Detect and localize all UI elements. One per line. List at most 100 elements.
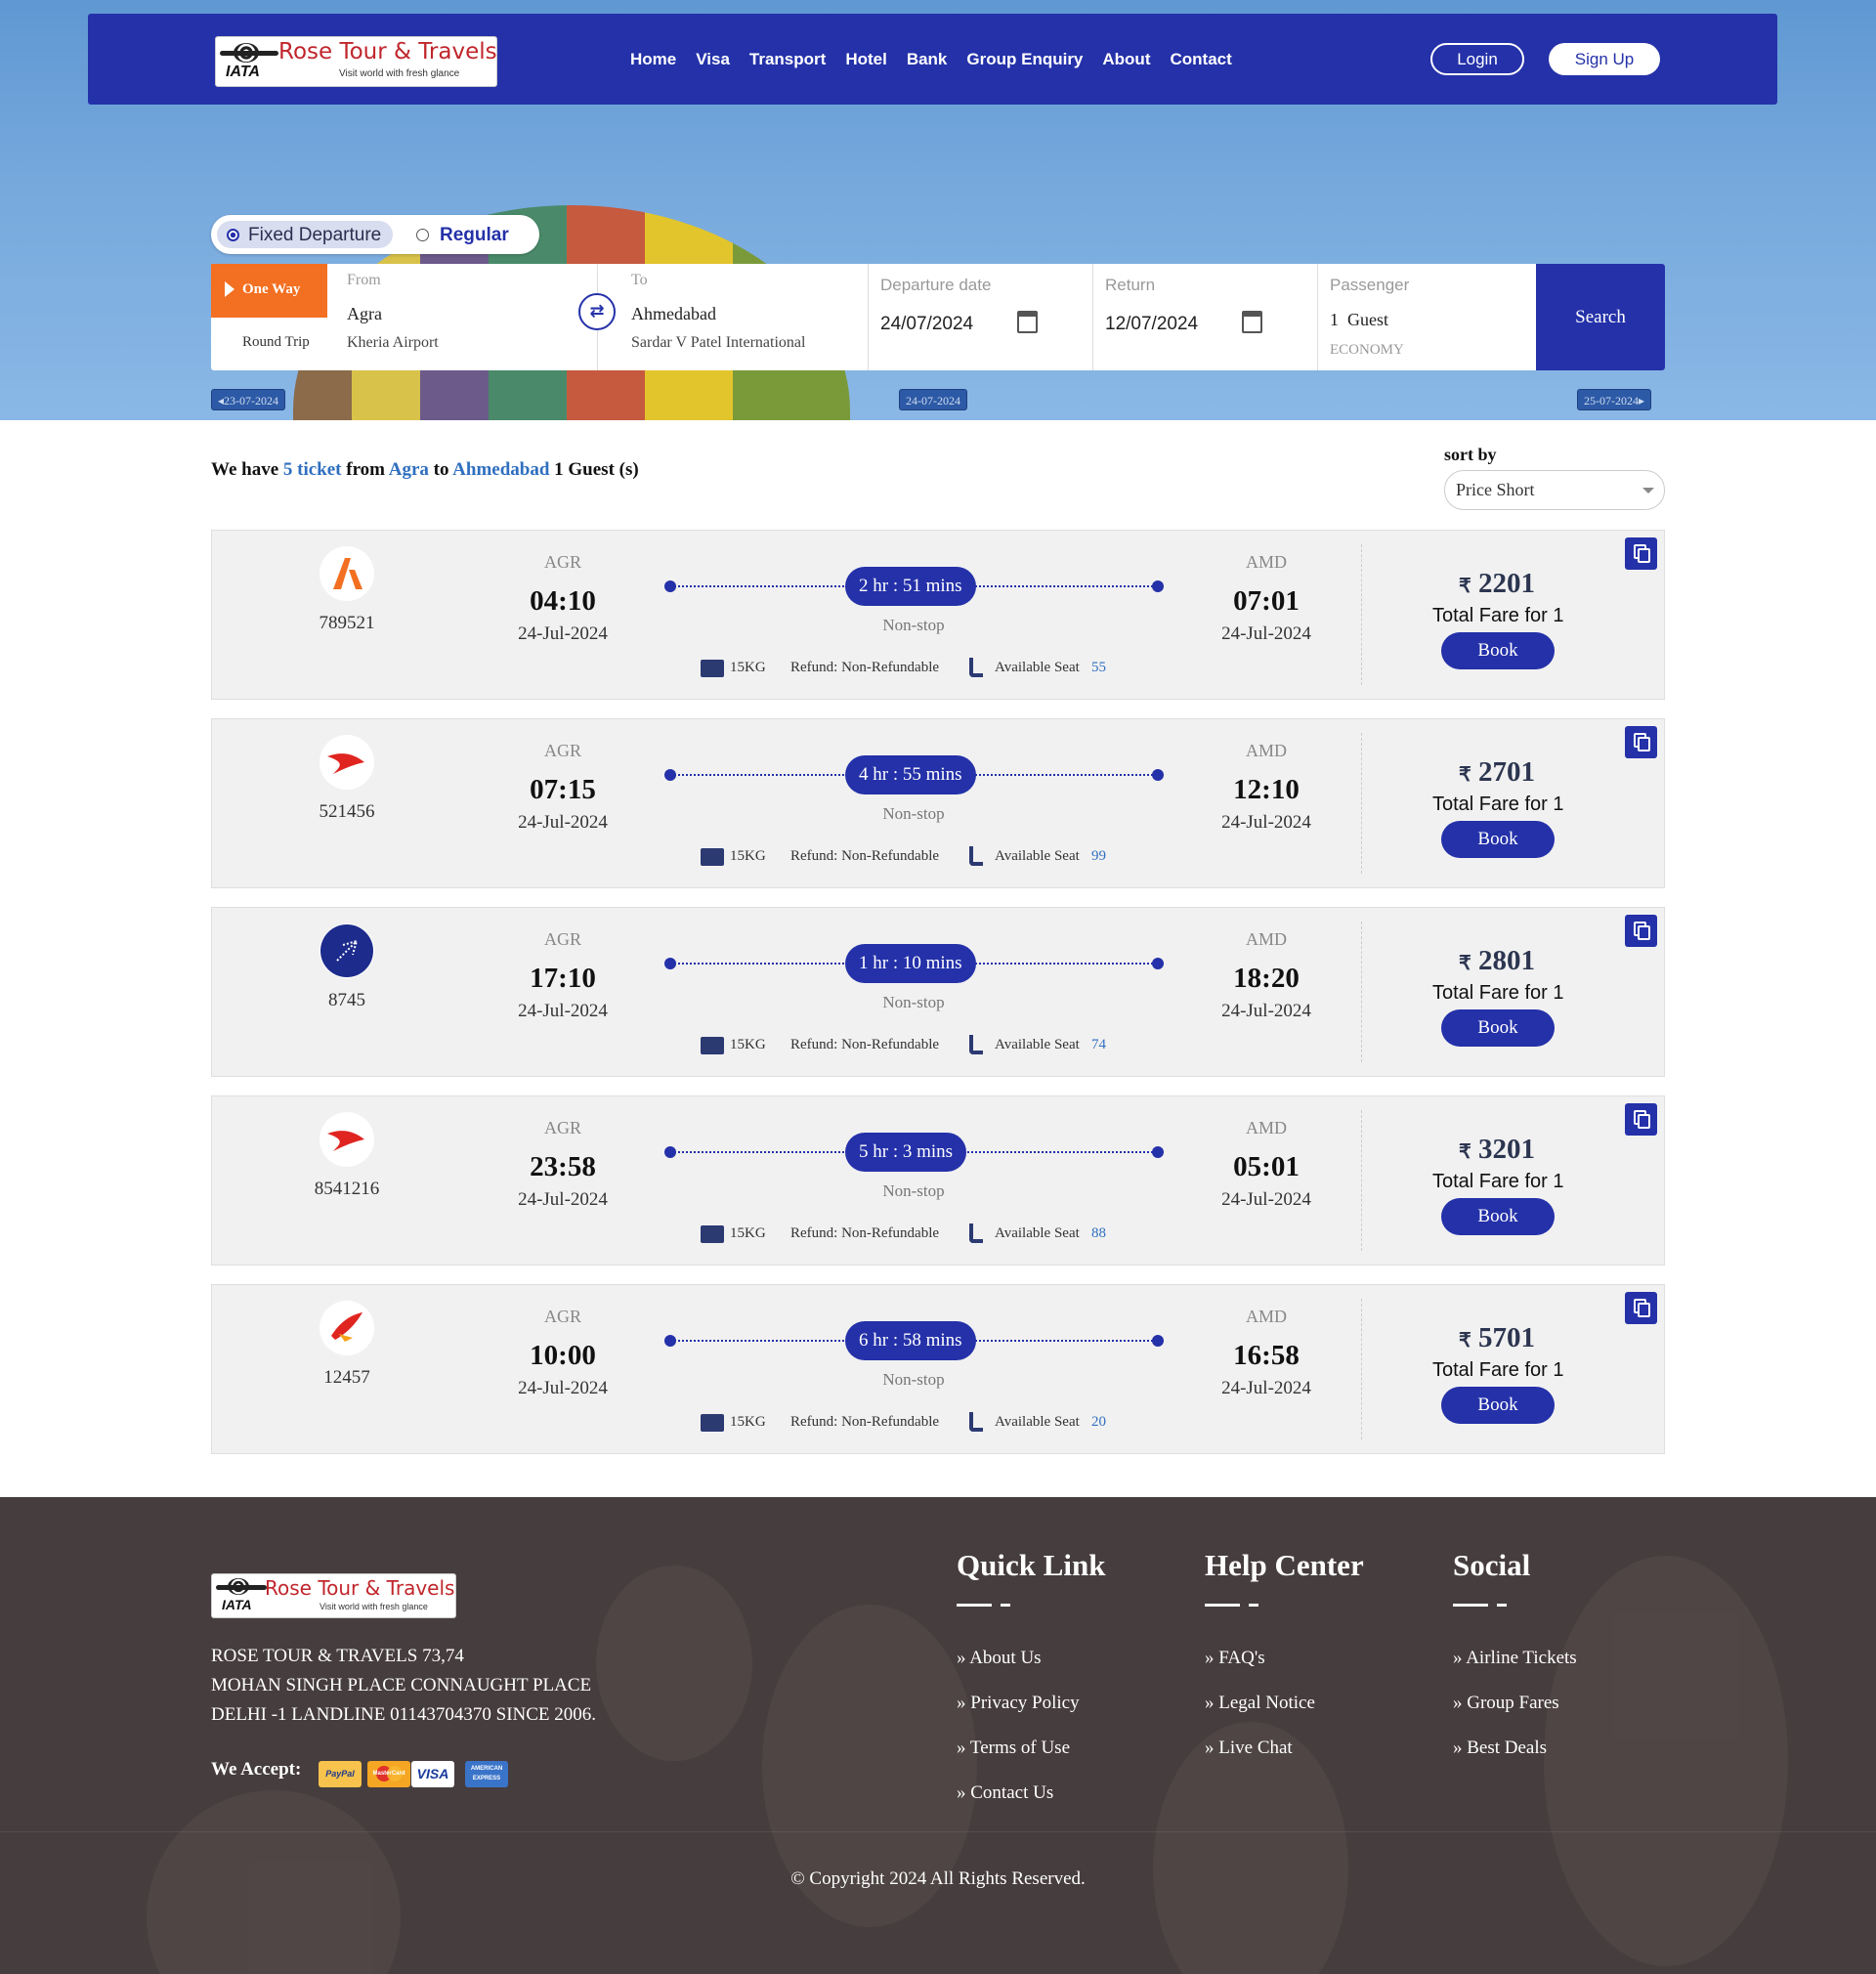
- crowd-background-image: [596, 1566, 752, 1761]
- search-button[interactable]: Search: [1536, 264, 1665, 370]
- nav-visa[interactable]: Visa: [696, 50, 730, 69]
- sort-select[interactable]: Price Short: [1444, 470, 1665, 510]
- fare-price: ₹ 3201: [1459, 1134, 1535, 1165]
- destination-code: AMD: [1245, 1307, 1287, 1326]
- signup-button[interactable]: Sign Up: [1549, 43, 1660, 75]
- mastercard-icon: MasterCard: [367, 1761, 410, 1787]
- footer-link-group-fares[interactable]: Group Fares: [1453, 1693, 1558, 1714]
- departure-date: 24-Jul-2024: [518, 1189, 608, 1210]
- passenger-field[interactable]: Passenger 1 Guest ECONOMY: [1318, 264, 1542, 370]
- from-field[interactable]: From Agra Kheria Airport: [327, 264, 598, 370]
- play-triangle-icon: [225, 281, 234, 297]
- arrival-date: 24-Jul-2024: [1221, 1189, 1311, 1210]
- footer-link-privacy-policy[interactable]: Privacy Policy: [957, 1693, 1079, 1714]
- departure-date-field[interactable]: Departure date 24/07/2024: [869, 264, 1093, 370]
- total-fare-caption: Total Fare for 1: [1432, 605, 1564, 626]
- arrival-time: 05:01: [1233, 1151, 1300, 1182]
- brand-logo[interactable]: IATA Rose Tour & Travels Visit world wit…: [215, 36, 497, 87]
- paypal-icon: PayPal: [319, 1761, 362, 1787]
- prev-date-chip[interactable]: ◂23-07-2024: [211, 389, 286, 410]
- main-menu: Home Visa Transport Hotel Bank Group Enq…: [630, 14, 1232, 105]
- card-divider: [1361, 733, 1362, 874]
- book-button[interactable]: Book: [1441, 1009, 1555, 1047]
- copy-icon[interactable]: [1625, 726, 1657, 758]
- calendar-icon[interactable]: [1242, 311, 1262, 333]
- nav-transport[interactable]: Transport: [749, 50, 826, 69]
- trip-type-roundtrip[interactable]: Round Trip: [242, 334, 310, 351]
- book-button[interactable]: Book: [1441, 632, 1555, 669]
- copy-icon-back: [1638, 737, 1650, 751]
- refund-info: Refund: Non-Refundable: [790, 848, 940, 864]
- arrival-date: 24-Jul-2024: [1221, 812, 1311, 833]
- footer-link-airline-tickets[interactable]: Airline Tickets: [1453, 1648, 1576, 1669]
- nav-group-enquiry[interactable]: Group Enquiry: [966, 50, 1083, 69]
- book-button[interactable]: Book: [1441, 1387, 1555, 1424]
- copy-icon[interactable]: [1625, 1292, 1657, 1324]
- heading-underline: [1001, 1604, 1010, 1607]
- wing-icon: [216, 1585, 267, 1590]
- login-button[interactable]: Login: [1430, 43, 1524, 75]
- departure-date: 24-Jul-2024: [518, 812, 608, 833]
- book-button[interactable]: Book: [1441, 821, 1555, 858]
- copy-icon[interactable]: [1625, 537, 1657, 570]
- copy-icon-back: [1638, 1303, 1650, 1317]
- flight-number: 789521: [319, 613, 375, 633]
- heading-underline: [957, 1604, 992, 1607]
- origin-code: AGR: [543, 552, 581, 572]
- rupee-icon: ₹: [1459, 953, 1471, 974]
- stops-label: Non-stop: [882, 616, 945, 634]
- nav-about[interactable]: About: [1102, 50, 1150, 69]
- blue-plane-logo-icon: [320, 923, 374, 978]
- destination-code: AMD: [1245, 1118, 1287, 1137]
- footer-divider: [0, 1831, 1876, 1832]
- crowd-figure: [1153, 1722, 1348, 1974]
- footer-link-legal-notice[interactable]: Legal Notice: [1205, 1693, 1315, 1714]
- footer-link-terms-of-use[interactable]: Terms of Use: [957, 1738, 1070, 1759]
- refund-info: Refund: Non-Refundable: [790, 1037, 940, 1052]
- footer-link-about-us[interactable]: About Us: [957, 1648, 1041, 1669]
- copy-icon[interactable]: [1625, 1103, 1657, 1136]
- footer-link-contact-us[interactable]: Contact Us: [957, 1782, 1053, 1804]
- duration-badge: 6 hr : 58 mins: [845, 1321, 976, 1360]
- current-date-chip[interactable]: 24-07-2024: [899, 389, 967, 410]
- total-fare-caption: Total Fare for 1: [1432, 1359, 1564, 1381]
- footer-brand-logo[interactable]: IATA Rose Tour & Travels Visit world wit…: [211, 1573, 456, 1618]
- seat-icon: [969, 1035, 983, 1054]
- to-field[interactable]: To Ahmedabad Sardar V Patel Internationa…: [598, 264, 869, 370]
- fixed-departure-option[interactable]: Fixed Departure: [217, 221, 393, 248]
- fare-price: ₹ 2701: [1459, 756, 1535, 788]
- flight-number: 8745: [328, 990, 365, 1010]
- next-date-chip[interactable]: 25-07-2024▸: [1577, 389, 1652, 410]
- origin-code: AGR: [543, 741, 581, 760]
- footer-link-faqs[interactable]: FAQ's: [1205, 1648, 1264, 1669]
- return-date-field[interactable]: Return 12/07/2024: [1093, 264, 1318, 370]
- book-button[interactable]: Book: [1441, 1198, 1555, 1235]
- departure-date: 24-Jul-2024: [518, 1378, 608, 1398]
- arrival-date: 24-Jul-2024: [1221, 1001, 1311, 1021]
- copy-icon[interactable]: [1625, 915, 1657, 947]
- departure-time: 17:10: [530, 963, 596, 994]
- departure-date: 24-Jul-2024: [518, 623, 608, 644]
- rupee-icon: ₹: [1459, 576, 1471, 597]
- red-bird-logo-icon: [320, 1301, 374, 1355]
- nav-contact[interactable]: Contact: [1170, 50, 1231, 69]
- total-fare-caption: Total Fare for 1: [1432, 794, 1564, 815]
- regular-option[interactable]: Regular: [416, 221, 533, 248]
- copyright-text: © Copyright 2024 All Rights Reserved.: [790, 1868, 1086, 1889]
- footer-heading-social: Social: [1453, 1548, 1531, 1582]
- seat-icon: [969, 658, 983, 677]
- sort-label: sort by: [1444, 445, 1497, 464]
- nav-bank[interactable]: Bank: [907, 50, 948, 69]
- nav-home[interactable]: Home: [630, 50, 676, 69]
- footer-link-live-chat[interactable]: Live Chat: [1205, 1738, 1292, 1759]
- suitcase-icon: [701, 848, 724, 866]
- arrival-time: 07:01: [1233, 585, 1300, 617]
- footer-link-best-deals[interactable]: Best Deals: [1453, 1738, 1547, 1759]
- calendar-icon[interactable]: [1017, 311, 1038, 333]
- trip-type-oneway[interactable]: One Way: [211, 264, 327, 318]
- departure-time: 04:10: [530, 585, 596, 617]
- nav-hotel[interactable]: Hotel: [845, 50, 887, 69]
- heading-underline: [1497, 1604, 1507, 1607]
- stops-label: Non-stop: [882, 1370, 945, 1389]
- orange-a-logo-icon: [320, 546, 374, 601]
